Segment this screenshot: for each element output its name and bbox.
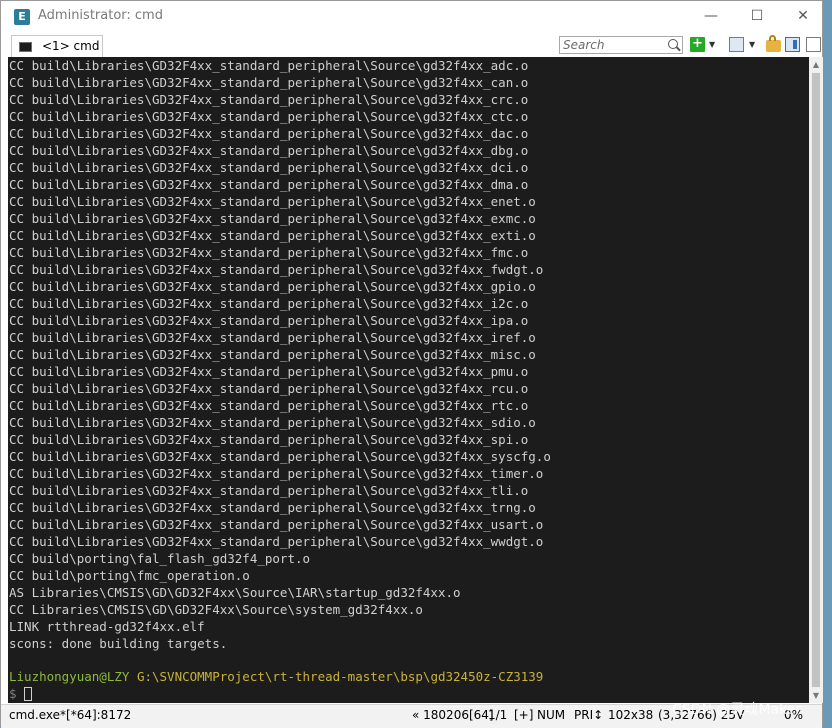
console-line: CC build\Libraries\GD32F4xx_standard_per… bbox=[9, 347, 536, 362]
console-line: CC build\Libraries\GD32F4xx_standard_per… bbox=[9, 245, 529, 260]
console-line: CC build\Libraries\GD32F4xx_standard_per… bbox=[9, 466, 544, 481]
console-line: CC build\Libraries\GD32F4xx_standard_per… bbox=[9, 500, 536, 515]
console-line: CC build\Libraries\GD32F4xx_standard_per… bbox=[9, 228, 536, 243]
close-button[interactable]: ✕ bbox=[780, 1, 826, 31]
console-line: CC build\Libraries\GD32F4xx_standard_per… bbox=[9, 58, 529, 73]
console-line: CC build\Libraries\GD32F4xx_standard_per… bbox=[9, 483, 529, 498]
console-line: CC build\Libraries\GD32F4xx_standard_per… bbox=[9, 75, 529, 90]
console-line: CC build\porting\fmc_operation.o bbox=[9, 568, 250, 583]
console-line: CC build\Libraries\GD32F4xx_standard_per… bbox=[9, 211, 536, 226]
console-line: CC build\Libraries\GD32F4xx_standard_per… bbox=[9, 126, 529, 141]
scroll-thumb[interactable] bbox=[812, 73, 820, 687]
scroll-up-icon[interactable]: ▲ bbox=[809, 57, 823, 72]
search-icon[interactable] bbox=[668, 39, 678, 49]
console-line: CC build\Libraries\GD32F4xx_standard_per… bbox=[9, 160, 529, 175]
terminal-window: E Administrator: cmd — ☐ ✕ <1> cmd + ▼ ▼… bbox=[0, 0, 823, 728]
console-line: CC build\Libraries\GD32F4xx_standard_per… bbox=[9, 517, 544, 532]
scroll-down-icon[interactable]: ▼ bbox=[809, 688, 823, 703]
console-line: CC build\Libraries\GD32F4xx_standard_per… bbox=[9, 296, 529, 311]
console-line: AS Libraries\CMSIS\GD\GD32F4xx\Source\IA… bbox=[9, 585, 461, 600]
console-line: CC build\Libraries\GD32F4xx_standard_per… bbox=[9, 279, 536, 294]
status-position: « 180206[64] bbox=[412, 708, 494, 722]
console-line: CC build\Libraries\GD32F4xx_standard_per… bbox=[9, 92, 529, 107]
console-line: CC build\Libraries\GD32F4xx_standard_per… bbox=[9, 415, 536, 430]
split-view-icon[interactable] bbox=[729, 37, 744, 52]
menu-icon[interactable] bbox=[806, 37, 821, 52]
console-line: CC build\Libraries\GD32F4xx_standard_per… bbox=[9, 381, 529, 396]
new-console-dropdown-icon[interactable]: ▼ bbox=[709, 40, 718, 49]
console-line: CC build\Libraries\GD32F4xx_standard_per… bbox=[9, 143, 529, 158]
status-insert: [+] bbox=[514, 708, 534, 722]
prompt-user: Liuzhongyuan@LZY bbox=[9, 669, 130, 684]
panel-toggle-icon[interactable] bbox=[785, 37, 800, 52]
console-line: CC build\Libraries\GD32F4xx_standard_per… bbox=[9, 330, 536, 345]
console-line: CC build\Libraries\GD32F4xx_standard_per… bbox=[9, 177, 529, 192]
search-input[interactable] bbox=[560, 37, 670, 53]
console-line: scons: done building targets. bbox=[9, 636, 228, 651]
minimize-button[interactable]: — bbox=[688, 1, 734, 31]
console-line: CC build\Libraries\GD32F4xx_standard_per… bbox=[9, 313, 529, 328]
search-box[interactable] bbox=[559, 36, 683, 54]
tab-label: <1> cmd bbox=[42, 39, 100, 53]
console-line: CC build\Libraries\GD32F4xx_standard_per… bbox=[9, 364, 529, 379]
console-line: CC Libraries\CMSIS\GD\GD32F4xx\Source\sy… bbox=[9, 602, 423, 617]
tab-cmd[interactable]: <1> cmd bbox=[11, 35, 103, 57]
view-dropdown-icon[interactable]: ▼ bbox=[749, 40, 758, 49]
status-priority[interactable]: PRI↕ bbox=[574, 708, 603, 722]
console-line: CC build\Libraries\GD32F4xx_standard_per… bbox=[9, 432, 529, 447]
prompt-line: Liuzhongyuan@LZY G:\SVNCOMMProject\rt-th… bbox=[9, 668, 543, 685]
vertical-scrollbar[interactable]: ▲ ▼ bbox=[809, 57, 823, 703]
console-line: LINK rtthread-gd32f4xx.elf bbox=[9, 619, 205, 634]
console-line: CC build\Libraries\GD32F4xx_standard_per… bbox=[9, 194, 536, 209]
window-title: Administrator: cmd bbox=[38, 8, 163, 23]
console-line: CC build\Libraries\GD32F4xx_standard_per… bbox=[9, 534, 544, 549]
lock-icon[interactable] bbox=[766, 35, 781, 52]
status-page: 1/1 bbox=[488, 708, 508, 722]
input-line[interactable]: $ bbox=[9, 685, 32, 702]
watermark: CSDN @灵魂Maker bbox=[672, 702, 802, 718]
status-process[interactable]: cmd.exe*[*64]:8172 bbox=[9, 708, 131, 722]
console-line: CC build\Libraries\GD32F4xx_standard_per… bbox=[9, 109, 529, 124]
status-numlock: NUM bbox=[537, 708, 566, 722]
console-line: CC build\Libraries\GD32F4xx_standard_per… bbox=[9, 262, 544, 277]
maximize-button[interactable]: ☐ bbox=[734, 1, 780, 31]
console-line: CC build\Libraries\GD32F4xx_standard_per… bbox=[9, 398, 529, 413]
status-size: 102x38 bbox=[608, 708, 654, 722]
console-icon bbox=[19, 42, 32, 52]
new-console-icon[interactable]: + bbox=[690, 37, 705, 52]
text-cursor bbox=[23, 687, 32, 701]
console-line: CC build\Libraries\GD32F4xx_standard_per… bbox=[9, 449, 551, 464]
prompt-symbol: $ bbox=[9, 686, 17, 701]
title-bar[interactable]: E Administrator: cmd — ☐ ✕ bbox=[1, 1, 822, 33]
console-output[interactable]: CC build\Libraries\GD32F4xx_standard_per… bbox=[8, 57, 809, 703]
conemu-app-icon[interactable]: E bbox=[14, 9, 30, 25]
console-line: CC build\porting\fal_flash_gd32f4_port.o bbox=[9, 551, 311, 566]
prompt-path: G:\SVNCOMMProject\rt-thread-master\bsp\g… bbox=[136, 669, 544, 684]
